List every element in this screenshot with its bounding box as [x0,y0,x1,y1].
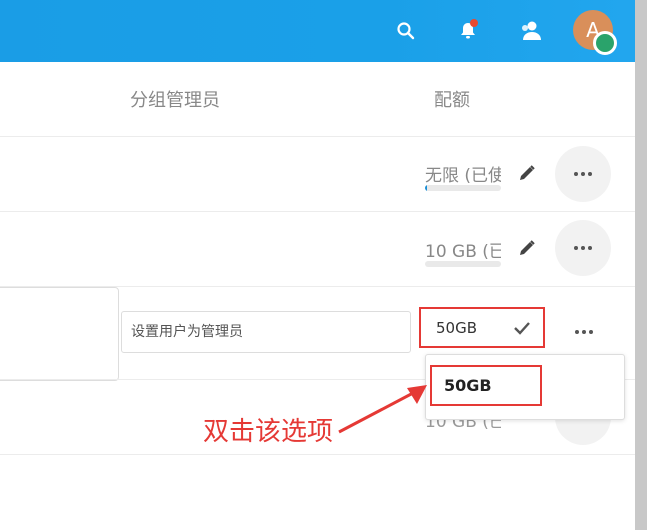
confirm-check-icon[interactable] [513,320,531,336]
search-icon[interactable] [393,18,419,44]
quota-select[interactable]: 50GB [419,307,545,348]
edit-pencil-icon[interactable] [517,238,537,258]
more-dots-icon [574,172,592,176]
column-header-group-admin[interactable]: 分组管理员 [130,86,220,112]
more-dots-icon [574,246,592,250]
scrollbar[interactable] [635,0,647,530]
annotation-text: 双击该选项 [203,417,334,447]
online-status-indicator [593,31,617,55]
annotation-arrow [338,385,427,434]
column-header-quota[interactable]: 配额 [434,86,470,112]
contacts-icon[interactable] [518,18,544,44]
row-divider [0,211,635,212]
quota-select-value: 50GB [436,319,478,337]
row-divider [0,136,635,137]
more-dots-icon[interactable] [575,330,593,334]
more-actions-button[interactable] [555,146,611,202]
edit-pencil-icon[interactable] [517,163,537,183]
dropdown-option-50gb[interactable]: 50GB [430,365,542,406]
quota-usage-bar [425,185,501,191]
quota-usage-bar [425,261,501,267]
more-actions-button[interactable] [555,220,611,276]
quota-text[interactable]: 无限 (已使 [425,161,501,186]
quota-text[interactable]: 10 GB (已 [425,237,501,262]
row-divider [0,454,635,455]
group-admin-select[interactable]: 设置用户为管理员 [121,311,411,353]
notification-badge [470,19,478,27]
group-field-box[interactable] [0,287,119,381]
